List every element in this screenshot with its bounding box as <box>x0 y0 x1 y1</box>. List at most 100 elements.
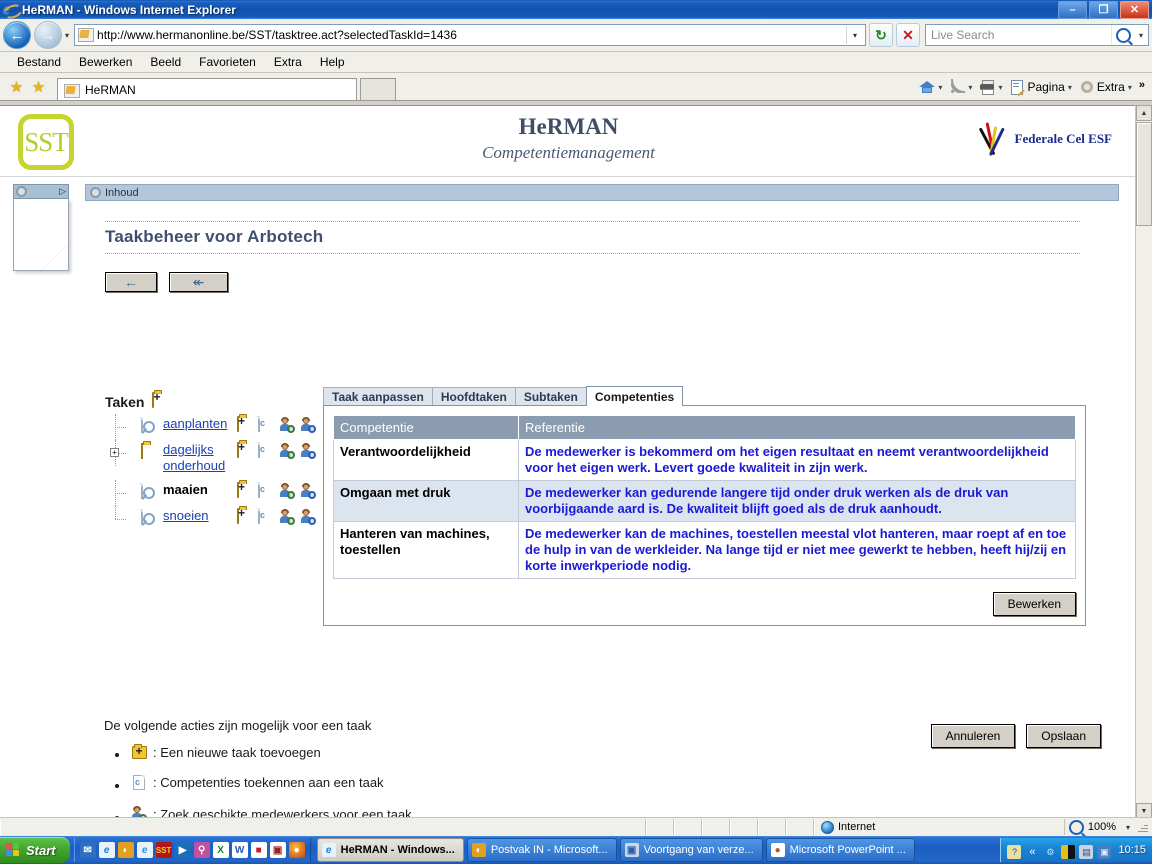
page-scrollbar[interactable]: ▲ ▼ <box>1135 105 1152 819</box>
side-dock-panel[interactable]: ▷ <box>13 184 69 272</box>
back-to-top-nav-button[interactable]: ↞ <box>169 272 228 292</box>
tab-subtaken[interactable]: Subtaken <box>514 387 587 405</box>
page-caret[interactable]: ▾ <box>1068 83 1072 92</box>
find-applicants-icon[interactable] <box>300 417 316 433</box>
add-task-icon[interactable] <box>237 508 253 525</box>
find-employees-icon[interactable] <box>279 443 295 459</box>
history-dropdown-icon[interactable]: ▾ <box>65 31 69 40</box>
forward-button[interactable]: → <box>34 21 62 49</box>
address-dropdown-icon[interactable]: ▾ <box>846 26 863 44</box>
close-button[interactable]: ✕ <box>1120 0 1149 19</box>
assign-competencies-icon[interactable]: c <box>258 508 274 525</box>
home-caret[interactable]: ▾ <box>938 83 942 92</box>
tab-competenties[interactable]: Competenties <box>585 386 684 406</box>
new-tab-button[interactable] <box>360 78 396 100</box>
tray-doc-icon[interactable]: ▤ <box>1079 845 1094 859</box>
tools-menu-button[interactable]: Extra ▾ <box>1076 77 1135 97</box>
ql-ie2-icon[interactable]: e <box>136 842 153 858</box>
ql-outlook-icon[interactable]: ✉ <box>79 842 96 858</box>
add-task-icon[interactable] <box>237 482 253 499</box>
start-button[interactable]: Start <box>0 837 70 863</box>
tray-help-icon[interactable]: ? <box>1007 845 1022 859</box>
ql-key-icon[interactable]: ⚲ <box>193 842 210 858</box>
ql-media-icon[interactable]: ▶ <box>174 842 191 858</box>
home-button[interactable]: ▾ <box>916 77 945 97</box>
refresh-button[interactable]: ↻ <box>869 23 893 47</box>
command-overflow-button[interactable]: » <box>1136 77 1148 97</box>
find-applicants-icon[interactable] <box>300 483 316 499</box>
taskbar-item-powerpoint[interactable]: ● Microsoft PowerPoint ... <box>765 838 915 862</box>
tray-monitor-icon[interactable]: ▣ <box>1097 845 1112 859</box>
edit-button[interactable]: Bewerken <box>992 592 1076 616</box>
find-employees-icon[interactable] <box>279 417 295 433</box>
security-zone[interactable]: Internet <box>814 819 1064 835</box>
ql-ie-icon[interactable]: e <box>98 842 115 858</box>
favorites-center-icon[interactable]: ★ <box>7 77 26 96</box>
search-provider-dropdown-icon[interactable]: ▾ <box>1134 25 1148 45</box>
add-root-task-icon[interactable] <box>152 392 168 409</box>
ql-excel-icon[interactable]: X <box>212 842 229 858</box>
ql-sst-icon[interactable]: SST <box>155 842 172 858</box>
stop-button[interactable]: ✕ <box>896 23 920 47</box>
tab-hoofdtaken[interactable]: Hoofdtaken <box>431 387 516 405</box>
assign-competencies-icon[interactable]: c <box>258 482 274 499</box>
cancel-button[interactable]: Annuleren <box>930 724 1016 748</box>
menu-bestand[interactable]: Bestand <box>8 53 70 71</box>
taskbar-clock[interactable]: 10:15 <box>1118 844 1146 856</box>
maximize-button[interactable]: ❐ <box>1089 0 1118 19</box>
menu-extra[interactable]: Extra <box>265 53 311 71</box>
assign-competencies-icon[interactable]: c <box>258 416 274 433</box>
add-task-icon[interactable] <box>237 416 253 433</box>
menu-help[interactable]: Help <box>311 53 354 71</box>
ql-firefox-icon[interactable]: ● <box>288 842 305 858</box>
tree-node-selected[interactable]: maaien <box>163 480 237 498</box>
tree-node-link[interactable]: snoeien <box>163 506 237 524</box>
taskbar-item-voortgang[interactable]: ▣ Voortgang van verze... <box>619 838 763 862</box>
back-button[interactable]: ← <box>3 21 31 49</box>
zoom-caret-icon[interactable]: ▾ <box>1126 823 1130 832</box>
ql-clock-icon[interactable]: ◐ <box>117 842 134 858</box>
menu-beeld[interactable]: Beeld <box>141 53 190 71</box>
page-menu-button[interactable]: Pagina ▾ <box>1006 77 1074 97</box>
search-go-icon[interactable] <box>1111 25 1134 45</box>
taskbar-item-postvak[interactable]: ◐ Postvak IN - Microsoft... <box>466 838 617 862</box>
tools-caret[interactable]: ▾ <box>1128 83 1132 92</box>
tray-network-icon[interactable]: ⚙ <box>1043 845 1057 859</box>
find-applicants-icon[interactable] <box>300 443 316 459</box>
menu-favorieten[interactable]: Favorieten <box>190 53 265 71</box>
save-button[interactable]: Opslaan <box>1026 724 1101 748</box>
scrollbar-thumb[interactable] <box>1136 122 1152 226</box>
print-caret[interactable]: ▾ <box>998 83 1002 92</box>
ql-acrobat-icon[interactable]: ■ <box>250 842 267 858</box>
dock-expand-icon[interactable]: ▷ <box>59 186 66 197</box>
address-bar[interactable]: http://www.hermanonline.be/SST/tasktree.… <box>74 24 866 46</box>
tools-label: Extra <box>1096 80 1125 94</box>
menu-bewerken[interactable]: Bewerken <box>70 53 141 71</box>
tray-expand-icon[interactable]: « <box>1025 845 1039 859</box>
zoom-control[interactable]: 100% ▾ <box>1063 819 1152 835</box>
tree-node-link[interactable]: dagelijks onderhoud <box>163 440 237 474</box>
taskbar-item-herman[interactable]: e HeRMAN - Windows... <box>316 838 464 862</box>
print-button[interactable]: ▾ <box>976 77 1005 97</box>
back-nav-button[interactable]: ← <box>105 272 157 292</box>
feeds-button[interactable]: ▾ <box>946 77 975 97</box>
minimize-button[interactable]: – <box>1058 0 1087 19</box>
ql-word-icon[interactable]: W <box>231 842 248 858</box>
scroll-up-button[interactable]: ▲ <box>1136 105 1152 121</box>
search-box[interactable]: Live Search ▾ <box>925 24 1149 46</box>
find-applicants-icon[interactable] <box>300 509 316 525</box>
tree-node-link[interactable]: aanplanten <box>163 414 237 432</box>
feeds-caret[interactable]: ▾ <box>968 83 972 92</box>
search-input[interactable]: Live Search <box>926 28 1111 42</box>
find-employees-icon[interactable] <box>279 483 295 499</box>
expand-node-icon[interactable]: + <box>110 448 119 457</box>
tray-flag-icon[interactable] <box>1061 845 1076 859</box>
add-task-icon[interactable] <box>237 442 253 459</box>
ql-access-icon[interactable]: ▣ <box>269 842 286 858</box>
assign-competencies-icon[interactable]: c <box>258 442 274 459</box>
tab-taak-aanpassen[interactable]: Taak aanpassen <box>323 387 433 405</box>
resize-grip[interactable] <box>1136 821 1148 833</box>
browser-tab-herman[interactable]: HeRMAN <box>57 78 357 100</box>
add-to-favorites-icon[interactable]: ★ <box>29 77 48 96</box>
find-employees-icon[interactable] <box>279 509 295 525</box>
